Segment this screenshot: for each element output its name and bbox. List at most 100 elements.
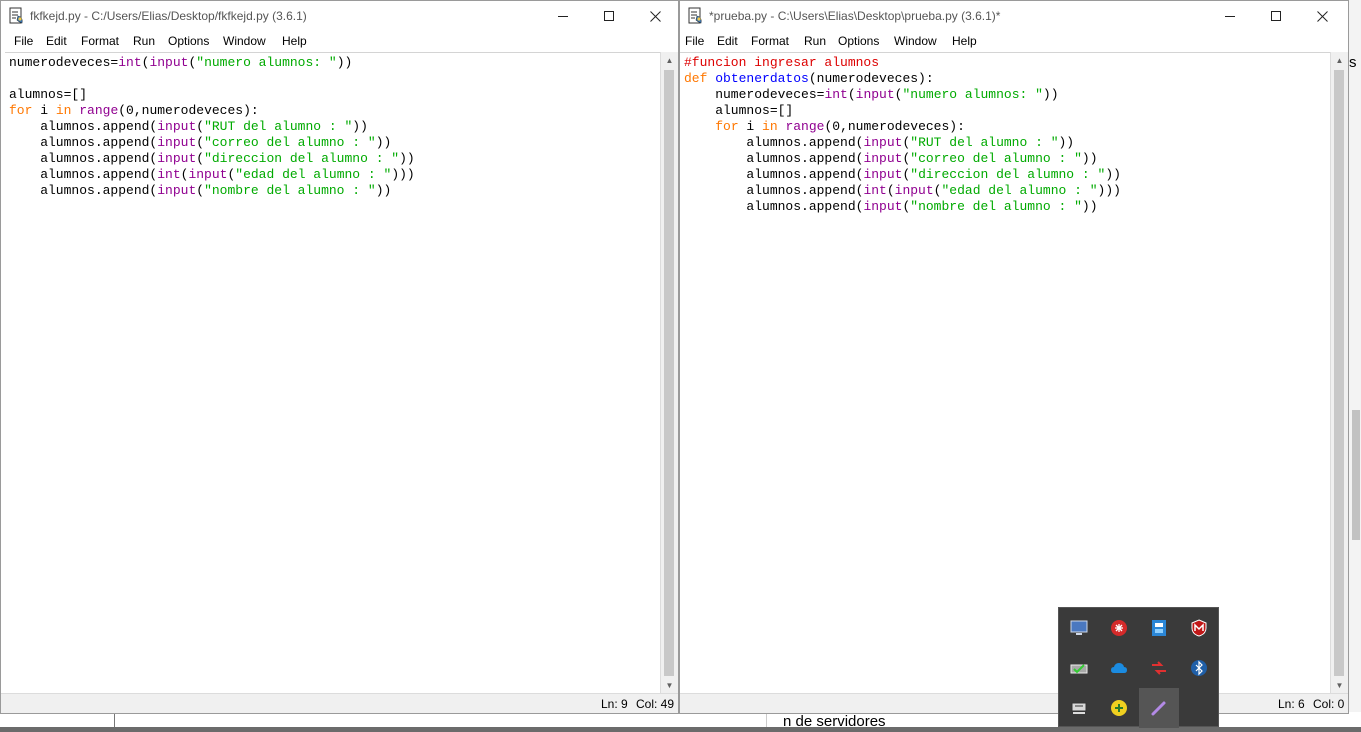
scroll-thumb[interactable] bbox=[664, 70, 674, 676]
scroll-thumb[interactable] bbox=[1334, 70, 1344, 676]
menu-options[interactable]: Options bbox=[168, 34, 209, 48]
code-token: alumnos.append( bbox=[9, 119, 158, 134]
string-token: "numero alumnos: " bbox=[902, 87, 1043, 102]
vertical-scrollbar[interactable]: ▲ ▼ bbox=[1330, 52, 1348, 694]
menu-run[interactable]: Run bbox=[133, 34, 155, 48]
string-token: "correo del alumno : " bbox=[910, 151, 1082, 166]
vertical-scrollbar[interactable]: ▲ ▼ bbox=[660, 52, 678, 694]
builtin-token: input bbox=[863, 199, 903, 214]
string-token: "nombre del alumno : " bbox=[204, 183, 376, 198]
minimize-button[interactable] bbox=[540, 1, 586, 31]
status-column: Col: 49 bbox=[636, 697, 675, 711]
code-token: )) bbox=[1081, 151, 1098, 166]
code-token: alumnos.append( bbox=[684, 183, 864, 198]
tray-item[interactable] bbox=[1099, 608, 1139, 648]
title-bar[interactable]: *prueba.py - C:\Users\Elias\Desktop\prue… bbox=[680, 1, 1348, 31]
network-drive-icon bbox=[1152, 620, 1166, 636]
code-token: ( bbox=[886, 183, 895, 198]
scroll-up-arrow-icon[interactable]: ▲ bbox=[661, 52, 678, 69]
keyword-token: in bbox=[55, 103, 72, 118]
builtin-token: input bbox=[863, 135, 903, 150]
code-line: for i in range(0,numerodeveces): bbox=[9, 103, 259, 118]
code-token: ( bbox=[196, 183, 205, 198]
status-bar: Ln: 6 Col: 0 bbox=[680, 693, 1348, 713]
builtin-token: range bbox=[785, 119, 825, 134]
code-line: alumnos.append(input("correo del alumno … bbox=[9, 135, 391, 150]
maximize-icon bbox=[1270, 10, 1281, 21]
code-token: )) bbox=[336, 55, 353, 70]
tray-item[interactable] bbox=[1059, 688, 1099, 728]
close-button[interactable] bbox=[1299, 1, 1345, 31]
code-line: alumnos.append(input("RUT del alumno : "… bbox=[9, 119, 368, 134]
tray-item[interactable] bbox=[1139, 608, 1179, 648]
tray-item[interactable] bbox=[1139, 688, 1179, 728]
idle-editor-window-prueba[interactable]: *prueba.py - C:\Users\Elias\Desktop\prue… bbox=[679, 0, 1349, 714]
tray-item[interactable] bbox=[1059, 648, 1099, 688]
string-token: "numero alumnos: " bbox=[196, 55, 337, 70]
tray-item[interactable] bbox=[1179, 648, 1219, 688]
menu-file[interactable]: File bbox=[14, 34, 33, 48]
system-tray-overflow bbox=[1058, 607, 1219, 728]
builtin-token: input bbox=[157, 135, 197, 150]
definition-token: obtenerdatos bbox=[715, 71, 809, 86]
menu-file[interactable]: File bbox=[685, 34, 704, 48]
code-line: alumnos.append(input("direccion del alum… bbox=[9, 151, 415, 166]
code-token: (0,numerodeveces): bbox=[824, 119, 965, 134]
title-bar[interactable]: fkfkejd.py - C:/Users/Elias/Desktop/fkfk… bbox=[1, 1, 678, 31]
maximize-button[interactable] bbox=[586, 1, 632, 31]
code-token: alumnos.append( bbox=[684, 199, 864, 214]
background-scroll-thumb bbox=[1352, 410, 1360, 540]
code-line: numerodeveces=int(input("numero alumnos:… bbox=[9, 55, 352, 70]
menu-format[interactable]: Format bbox=[81, 34, 119, 48]
tray-item[interactable] bbox=[1179, 608, 1219, 648]
minimize-button[interactable] bbox=[1207, 1, 1253, 31]
mcafee-shield-icon bbox=[1191, 619, 1207, 637]
code-token: alumnos=[] bbox=[684, 103, 794, 118]
idle-editor-window-fkfkejd[interactable]: fkfkejd.py - C:/Users/Elias/Desktop/fkfk… bbox=[0, 0, 679, 714]
string-token: "correo del alumno : " bbox=[204, 135, 376, 150]
antivirus-icon bbox=[1111, 620, 1127, 636]
builtin-token: range bbox=[79, 103, 119, 118]
string-token: "RUT del alumno : " bbox=[910, 135, 1059, 150]
code-token: i bbox=[738, 119, 763, 134]
status-line: Ln: 9 bbox=[601, 697, 628, 711]
code-token: (numerodeveces): bbox=[808, 71, 934, 86]
scroll-down-arrow-icon[interactable]: ▼ bbox=[1331, 677, 1348, 694]
code-token: ))) bbox=[391, 167, 415, 182]
code-text[interactable]: numerodeveces=int(input("numero alumnos:… bbox=[9, 55, 415, 199]
maximize-button[interactable] bbox=[1253, 1, 1299, 31]
menu-options[interactable]: Options bbox=[838, 34, 879, 48]
menu-format[interactable]: Format bbox=[751, 34, 789, 48]
tray-item[interactable] bbox=[1059, 608, 1099, 648]
code-token: )) bbox=[1042, 87, 1059, 102]
menu-window[interactable]: Window bbox=[223, 34, 266, 48]
scroll-down-arrow-icon[interactable]: ▼ bbox=[661, 677, 678, 694]
close-button[interactable] bbox=[632, 1, 678, 31]
menu-edit[interactable]: Edit bbox=[717, 34, 738, 48]
code-token: alumnos.append( bbox=[684, 167, 864, 182]
background-window-text: n de servidores bbox=[783, 713, 886, 730]
code-editor[interactable]: #funcion ingresar alumnos def obtenerdat… bbox=[680, 52, 1330, 695]
code-token: alumnos.append( bbox=[684, 151, 864, 166]
tray-item[interactable] bbox=[1139, 648, 1179, 688]
code-text[interactable]: #funcion ingresar alumnos def obtenerdat… bbox=[684, 55, 1121, 215]
scroll-up-arrow-icon[interactable]: ▲ bbox=[1331, 52, 1348, 69]
menu-run[interactable]: Run bbox=[804, 34, 826, 48]
code-token: )) bbox=[1058, 135, 1075, 150]
code-token: ( bbox=[196, 151, 205, 166]
minimize-icon bbox=[557, 15, 568, 17]
tray-item[interactable] bbox=[1099, 648, 1139, 688]
code-token: ))) bbox=[1097, 183, 1121, 198]
menu-window[interactable]: Window bbox=[894, 34, 937, 48]
code-line: def obtenerdatos(numerodeveces): bbox=[684, 71, 934, 86]
menu-help[interactable]: Help bbox=[952, 34, 977, 48]
tray-item[interactable] bbox=[1099, 688, 1139, 728]
code-editor[interactable]: numerodeveces=int(input("numero alumnos:… bbox=[5, 52, 660, 695]
menu-edit[interactable]: Edit bbox=[46, 34, 67, 48]
menu-help[interactable]: Help bbox=[282, 34, 307, 48]
string-token: "direccion del alumno : " bbox=[204, 151, 400, 166]
code-line: alumnos.append(input("nombre del alumno … bbox=[9, 183, 391, 198]
code-token: (0,numerodeveces): bbox=[118, 103, 259, 118]
pen-icon bbox=[1151, 701, 1166, 716]
